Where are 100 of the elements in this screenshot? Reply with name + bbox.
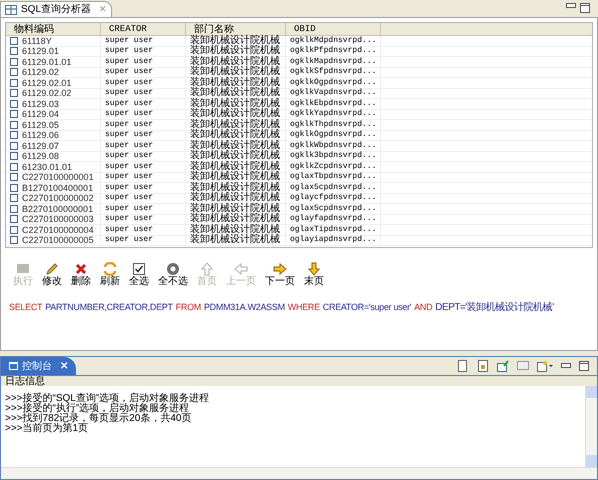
table-cell: ogklkYapdnsvrpd... [290, 109, 376, 120]
row-checkbox[interactable] [10, 236, 18, 244]
row-checkbox[interactable] [10, 173, 18, 182]
row-checkbox[interactable] [10, 162, 18, 171]
editor-tab[interactable]: SQL查询分析器 ✕ [0, 1, 112, 17]
table-cell: 装卸机械设计院机械 [190, 109, 280, 120]
row-checkbox[interactable] [10, 184, 18, 192]
circle-icon [166, 262, 180, 276]
new-window-icon[interactable] [537, 360, 553, 372]
toolbar-button[interactable]: 全不选 [158, 262, 188, 288]
table-cell: 装卸机械设计院机械 [190, 162, 280, 172]
table-cell: oglayfapdnsvrpd... [290, 214, 376, 224]
console-icon [9, 362, 18, 370]
minimize-icon[interactable] [561, 363, 571, 369]
table-cell: super user [105, 109, 154, 120]
toolbar-button[interactable]: 下一页 [265, 262, 295, 288]
table-cell: super user [105, 193, 154, 204]
tab-title: SQL查询分析器 [21, 2, 92, 17]
document-icon[interactable] [477, 360, 489, 372]
table-cell: 61129.02.01 [22, 78, 72, 88]
column-header[interactable]: 物料编码 [6, 23, 101, 35]
row-checkbox[interactable] [10, 47, 18, 56]
row-checkbox[interactable] [10, 36, 18, 45]
table-cell: ogklkOgpdnsvrpd... [290, 130, 376, 140]
row-checkbox[interactable] [10, 215, 18, 224]
log-header: 日志信息 [5, 376, 45, 386]
row-checkbox[interactable] [10, 142, 18, 150]
table-cell: 装卸机械设计院机械 [190, 120, 280, 130]
vertical-scrollbar[interactable] [585, 386, 597, 467]
table-cell: ogklkSfpdnsvrpd... [290, 67, 376, 78]
toolbar-button[interactable]: 末页 [304, 262, 324, 288]
table-cell: 61129.04 [22, 109, 59, 120]
table-cell: super user [105, 140, 154, 151]
table-cell: 61129.03 [22, 98, 59, 109]
row-checkbox[interactable] [10, 100, 18, 108]
console-tab[interactable]: 控制台 ✕ [1, 357, 76, 375]
table-cell: 装卸机械设计院机械 [190, 140, 280, 151]
row-checkbox[interactable] [10, 68, 18, 76]
table-cell: super user [105, 162, 154, 172]
pin-icon[interactable] [497, 360, 509, 372]
log-line: >>>当前页为第1页 [5, 424, 90, 434]
row-checkbox[interactable] [10, 110, 18, 118]
row-checkbox[interactable] [10, 120, 18, 129]
tab-title: 控制台 [22, 360, 52, 374]
table-icon [5, 4, 17, 14]
close-button[interactable]: ✕ [60, 358, 68, 374]
table-cell: oglax5cpdnsvrpd... [290, 182, 376, 193]
maximize-icon[interactable] [580, 3, 590, 13]
document-icon[interactable] [457, 360, 469, 372]
column-header[interactable]: CREATOR [101, 23, 186, 35]
table-cell: 装卸机械设计院机械 [190, 56, 280, 67]
cross-icon [74, 262, 88, 276]
table-cell: 装卸机械设计院机械 [190, 130, 280, 140]
toolbar-button[interactable]: 删除 [71, 262, 91, 288]
maximize-icon[interactable] [579, 361, 589, 371]
horizontal-scrollbar[interactable] [1, 467, 597, 479]
table-cell: super user [105, 67, 154, 78]
row-checkbox[interactable] [10, 89, 18, 98]
table-cell: 61129.02.02 [22, 88, 72, 98]
table-cell: super user [105, 235, 154, 246]
table-cell: super user [105, 78, 154, 88]
toolbar-button[interactable]: 刷新 [100, 262, 120, 288]
table-cell: 61129.06 [22, 130, 59, 140]
down-arrow-icon [307, 262, 321, 276]
table-cell: ogklkMdpdnsvrpd... [290, 36, 376, 46]
table-cell: ogklk3bpdnsvrpd... [290, 151, 376, 162]
up-arrow-icon [200, 262, 214, 276]
toolbar-button[interactable]: 全选 [129, 262, 149, 288]
table-cell: 装卸机械设计院机械 [190, 151, 280, 162]
minimize-icon[interactable] [566, 3, 576, 9]
table-cell: super user [105, 172, 154, 182]
table-cell: 装卸机械设计院机械 [190, 193, 280, 204]
log-line: >>>接受的“执行”选项，启动对象服务进程 [5, 404, 190, 414]
table-cell: super user [105, 36, 154, 46]
table-cell: 装卸机械设计院机械 [190, 98, 280, 109]
table-cell: super user [105, 56, 154, 67]
row-checkbox[interactable] [10, 204, 18, 213]
table-cell: super user [105, 151, 154, 162]
row-checkbox[interactable] [10, 78, 18, 87]
table-cell: super user [105, 224, 154, 235]
row-checkbox[interactable] [10, 58, 18, 66]
row-checkbox[interactable] [10, 131, 18, 140]
table-cell: 61129.01 [22, 46, 59, 56]
column-header[interactable]: OBID [286, 23, 381, 35]
table-cell: C2270100000003 [22, 214, 94, 224]
table-cell: 装卸机械设计院机械 [190, 46, 280, 56]
toolbar-button[interactable]: 修改 [42, 262, 62, 288]
table-cell: C2270100000001 [22, 172, 94, 182]
table-cell: 装卸机械设计院机械 [190, 235, 280, 246]
table-cell: super user [105, 204, 154, 214]
row-checkbox[interactable] [10, 194, 18, 202]
log-line: >>>接受的“SQL查询”选项，启动对象服务进程 [5, 394, 210, 404]
row-checkbox[interactable] [10, 152, 18, 160]
table-cell: ogklkZcpdnsvrpd... [290, 162, 376, 172]
table-cell: 装卸机械设计院机械 [190, 204, 280, 214]
table-cell: C2270100000002 [22, 193, 94, 204]
row-checkbox[interactable] [10, 226, 18, 234]
table-cell: 61129.02 [22, 67, 59, 78]
column-header[interactable]: 部门名称 [186, 23, 286, 35]
table-cell: ogklkPfpdnsvrpd... [290, 46, 376, 56]
